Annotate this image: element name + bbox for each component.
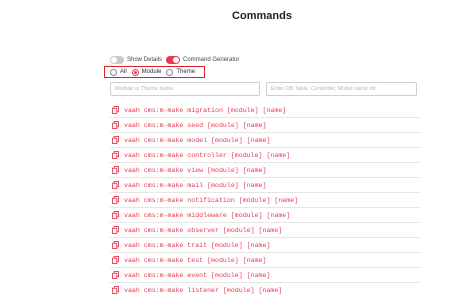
command-row: vaah cms:m-make trait [module] [name] xyxy=(110,238,420,253)
radio-theme-label[interactable]: Theme xyxy=(176,69,195,75)
copy-icon[interactable] xyxy=(112,256,119,264)
command-row: vaah cms:m-make seed [module] [name] xyxy=(110,118,420,133)
radio-all-label[interactable]: All xyxy=(120,69,127,75)
toggle-knob xyxy=(111,57,117,63)
copy-icon[interactable] xyxy=(112,136,119,144)
command-row: vaah cms:m-make notification [module] [n… xyxy=(110,193,420,208)
copy-icon[interactable] xyxy=(112,196,119,204)
radio-theme[interactable] xyxy=(166,68,174,76)
command-text: vaah cms:m-make event [module] [name] xyxy=(124,271,271,279)
command-row: vaah cms:m-make middleware [module] [nam… xyxy=(110,208,420,223)
command-generator-toggle[interactable] xyxy=(166,56,181,64)
command-text: vaah cms:m-make seed [module] [name] xyxy=(124,121,267,129)
command-text: vaah cms:m-make controller [module] [nam… xyxy=(124,151,291,159)
command-text: vaah cms:m-make middleware [module] [nam… xyxy=(124,211,291,219)
copy-icon[interactable] xyxy=(112,181,119,189)
type-filter-radio-group: All Module Theme xyxy=(104,66,205,78)
command-row: vaah cms:m-make event [module] [name] xyxy=(110,268,420,283)
copy-icon[interactable] xyxy=(112,211,119,219)
radio-module-label[interactable]: Module xyxy=(142,69,162,75)
page-title: Commands xyxy=(232,10,292,22)
command-text: vaah cms:m-make migration [module] [name… xyxy=(124,106,287,114)
copy-icon[interactable] xyxy=(112,241,119,249)
command-row: vaah cms:m-make migration [module] [name… xyxy=(110,103,420,118)
command-text: vaah cms:m-make model [module] [name] xyxy=(124,136,271,144)
copy-icon[interactable] xyxy=(112,271,119,279)
command-row: vaah cms:m-make view [module] [name] xyxy=(110,163,420,178)
command-text: vaah cms:m-make notification [module] [n… xyxy=(124,196,299,204)
copy-icon[interactable] xyxy=(112,166,119,174)
copy-icon[interactable] xyxy=(112,121,119,129)
command-text: vaah cms:m-make mail [module] [name] xyxy=(124,181,267,189)
toggle-bar: Show Details Command Generator xyxy=(110,54,243,66)
module-name-input[interactable] xyxy=(110,82,260,96)
show-details-toggle[interactable] xyxy=(110,56,124,64)
copy-icon[interactable] xyxy=(112,226,119,234)
command-row: vaah cms:m-make controller [module] [nam… xyxy=(110,148,420,163)
command-row: vaah cms:m-make listener [module] [name] xyxy=(110,283,420,297)
command-generator-label: Command Generator xyxy=(183,57,240,63)
command-row: vaah cms:m-make model [module] [name] xyxy=(110,133,420,148)
command-row: vaah cms:m-make mail [module] [name] xyxy=(110,178,420,193)
copy-icon[interactable] xyxy=(112,286,119,294)
toggle-knob xyxy=(173,57,180,63)
command-text: vaah cms:m-make listener [module] [name] xyxy=(124,286,283,294)
radio-module[interactable] xyxy=(131,68,139,76)
command-text: vaah cms:m-make view [module] [name] xyxy=(124,166,267,174)
show-details-label: Show Details xyxy=(127,57,163,63)
entity-name-input[interactable] xyxy=(266,82,417,96)
radio-all[interactable] xyxy=(110,68,117,76)
command-text: vaah cms:m-make observer [module] [name] xyxy=(124,226,283,234)
command-row: vaah cms:m-make observer [module] [name] xyxy=(110,223,420,238)
command-text: vaah cms:m-make test [module] [name] xyxy=(124,256,267,264)
command-text: vaah cms:m-make trait [module] [name] xyxy=(124,241,271,249)
command-row: vaah cms:m-make test [module] [name] xyxy=(110,253,420,268)
command-list: vaah cms:m-make migration [module] [name… xyxy=(110,103,420,297)
copy-icon[interactable] xyxy=(112,106,119,114)
copy-icon[interactable] xyxy=(112,151,119,159)
